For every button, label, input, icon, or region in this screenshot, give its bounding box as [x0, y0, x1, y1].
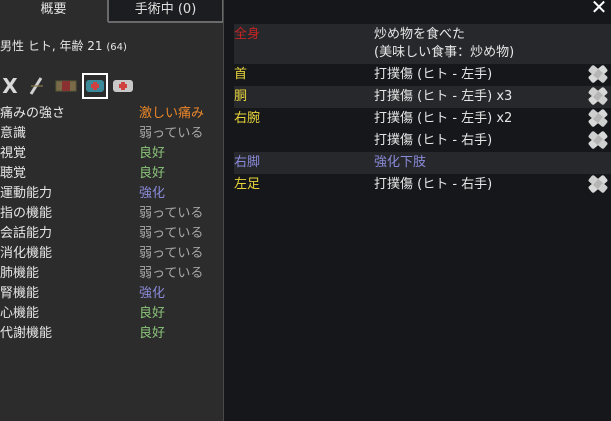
capacity-value: 弱っている: [139, 246, 204, 261]
capacity-row[interactable]: 指の機能 弱っている: [0, 204, 214, 224]
capacity-value: 弱っている: [139, 126, 204, 141]
tab-operations[interactable]: 手術中 (0): [108, 0, 223, 22]
bandage-icon: [587, 130, 609, 150]
capacity-value: 良好: [139, 146, 166, 161]
capacity-row[interactable]: 肺機能 弱っている: [0, 264, 214, 284]
body-part-label: 胴: [234, 89, 248, 104]
capacity-value: 強化: [139, 286, 166, 301]
hediff-label: 打撲傷 (ヒト - 左手): [374, 67, 493, 82]
capacity-value: 良好: [139, 306, 166, 321]
gender-age-text: 男性 ヒト, 年齢 21: [0, 39, 103, 53]
capacity-value: 弱っている: [139, 226, 204, 241]
capacity-row[interactable]: 心機能 良好: [0, 304, 214, 324]
hediff-label: 打撲傷 (ヒト - 右手): [374, 177, 493, 192]
capacity-value: 激しい痛み: [139, 106, 205, 121]
hediff-label: 打撲傷 (ヒト - 左手) x3: [374, 89, 513, 104]
bandage-icon: [587, 174, 609, 194]
health-row[interactable]: 全身 炒め物を食べた (美味しい食事：炒め物): [234, 24, 611, 64]
medicine-selected-icon[interactable]: [82, 73, 108, 99]
capacity-value: 弱っている: [139, 206, 204, 221]
summary-panel: 概要 手術中 (0) 男性 ヒト, 年齢 21 (64) X 痛みの強さ 激しい…: [0, 0, 224, 421]
body-part-label: 右脚: [234, 155, 261, 170]
health-row[interactable]: 左足 打撲傷 (ヒト - 右手): [234, 174, 611, 196]
slash-icon[interactable]: [27, 74, 45, 98]
body-part-label: 右腕: [234, 111, 261, 126]
capacity-row[interactable]: 痛みの強さ 激しい痛み: [0, 104, 214, 124]
x-icon[interactable]: X: [2, 74, 18, 98]
body-part-label: 左足: [234, 177, 261, 192]
close-icon[interactable]: ✕: [589, 0, 609, 17]
capacity-row[interactable]: 意識 弱っている: [0, 124, 214, 144]
capacity-label: 代謝機能: [0, 326, 53, 341]
capacity-label: 運動能力: [0, 186, 53, 201]
capacity-label: 視覚: [0, 146, 27, 161]
care-icon-row: X: [0, 73, 140, 99]
hediff-label: 強化下肢: [374, 155, 427, 170]
capacity-row[interactable]: 代謝機能 良好: [0, 324, 214, 344]
bandage-icon: [587, 86, 609, 106]
capacity-row[interactable]: 消化機能 弱っている: [0, 244, 214, 264]
health-row[interactable]: 首 打撲傷 (ヒト - 左手): [234, 64, 611, 86]
body-part-label: 首: [234, 67, 248, 82]
tab-summary[interactable]: 概要: [0, 0, 108, 22]
bandage-icon: [587, 108, 609, 128]
capacity-value: 良好: [139, 326, 166, 341]
gender-age-detail: (64): [106, 42, 127, 53]
health-row[interactable]: 打撲傷 (ヒト - 右手): [234, 130, 611, 152]
capacity-label: 肺機能: [0, 266, 40, 281]
capacity-value: 弱っている: [139, 266, 204, 281]
capacity-row[interactable]: 運動能力 強化: [0, 184, 214, 204]
hediff-label: 打撲傷 (ヒト - 右手): [374, 133, 493, 148]
capacity-list: 痛みの強さ 激しい痛み 意識 弱っている 視覚 良好 聴覚 良好 運動能力 強化 指の機能 弱っている…: [0, 104, 214, 344]
health-table: 全身 炒め物を食べた (美味しい食事：炒め物) 首打撲傷 (ヒト - 左手) 胴打撲傷…: [234, 24, 611, 196]
gender-age-label: 男性 ヒト, 年齢 21 (64): [0, 37, 127, 54]
health-row[interactable]: 右脚 強化下肢: [234, 152, 611, 174]
capacity-row[interactable]: 聴覚 良好: [0, 164, 214, 184]
bandage-icon: [587, 64, 609, 84]
capacity-value: 強化: [139, 186, 166, 201]
health-row[interactable]: 胴 打撲傷 (ヒト - 左手) x3: [234, 86, 611, 108]
body-part-label: 全身: [234, 27, 261, 42]
health-row[interactable]: 右腕 打撲傷 (ヒト - 左手) x2: [234, 108, 611, 130]
hediff-label: 打撲傷 (ヒト - 左手) x2: [374, 111, 513, 126]
capacity-label: 腎機能: [0, 286, 40, 301]
bar-icon[interactable]: [55, 74, 77, 98]
tab-divider: [108, 22, 223, 23]
capacity-value: 良好: [139, 166, 166, 181]
capacity-row[interactable]: 腎機能 強化: [0, 284, 214, 304]
capacity-label: 意識: [0, 126, 27, 141]
medicine-icon[interactable]: [111, 74, 135, 98]
capacity-row[interactable]: 会話能力 弱っている: [0, 224, 214, 244]
capacity-row[interactable]: 視覚 良好: [0, 144, 214, 164]
health-panel: ✕ 全身 炒め物を食べた (美味しい食事：炒め物) 首打撲傷 (ヒト - 左手) 胴打…: [224, 0, 611, 421]
capacity-label: 心機能: [0, 306, 40, 321]
capacity-label: 会話能力: [0, 226, 53, 241]
capacity-label: 痛みの強さ: [0, 106, 66, 121]
capacity-label: 消化機能: [0, 246, 53, 261]
capacity-label: 指の機能: [0, 206, 53, 221]
hediff-label: 炒め物を食べた (美味しい食事：炒め物): [374, 27, 515, 60]
capacity-label: 聴覚: [0, 166, 27, 181]
